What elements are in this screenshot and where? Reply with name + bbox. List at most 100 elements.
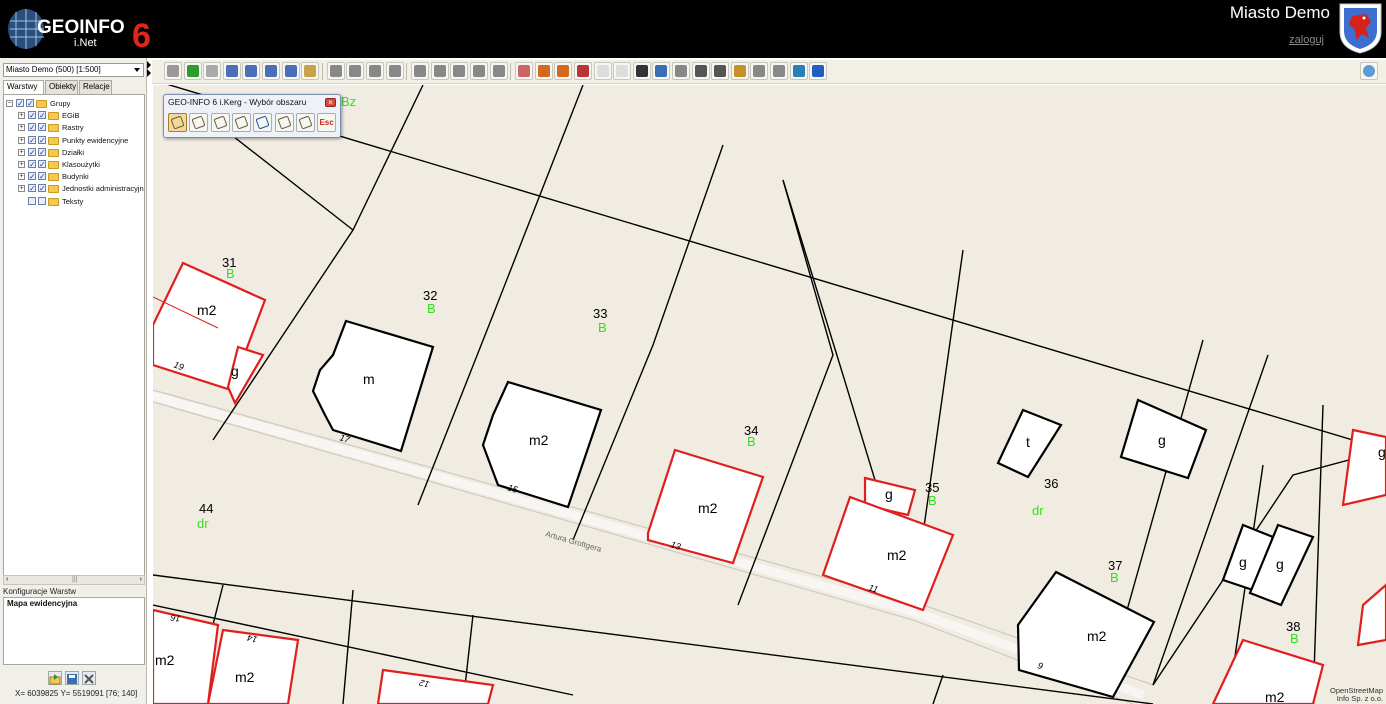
layer-visibility-checkbox[interactable]: ✓: [28, 135, 36, 144]
select-point-button[interactable]: [168, 113, 187, 132]
layer-visibility-checkbox[interactable]: ✓: [28, 172, 36, 181]
tree-horizontal-scrollbar[interactable]: ‹ ||| ›: [3, 575, 145, 585]
select-remove-icon: [369, 65, 381, 77]
tree-node[interactable]: + ✓ ✓ EGiB: [18, 110, 144, 121]
tab-relacje[interactable]: Relacje: [79, 80, 112, 94]
tree-node[interactable]: − ✓ ✓ Grupy: [6, 98, 144, 109]
dialog-close-button[interactable]: ×: [325, 98, 336, 107]
text-size-button[interactable]: [470, 62, 488, 80]
export-button[interactable]: [750, 62, 769, 80]
back-arrow-button[interactable]: [183, 62, 202, 80]
text-rotate-button[interactable]: [450, 62, 469, 80]
layer-visibility-checkbox[interactable]: ✓: [28, 160, 36, 169]
help-query-button[interactable]: [632, 62, 651, 80]
save-config-button[interactable]: [65, 671, 79, 685]
scroll-left-icon[interactable]: ‹: [6, 576, 8, 584]
tree-node-label: Rastry: [62, 123, 84, 133]
document-button[interactable]: [613, 62, 632, 80]
layer-selectable-checkbox[interactable]: ✓: [38, 147, 46, 156]
layer-visibility-checkbox[interactable]: ✓: [28, 184, 36, 193]
scroll-right-icon[interactable]: ›: [140, 576, 142, 584]
zoom-window-button[interactable]: [281, 62, 300, 80]
select-button[interactable]: [326, 62, 345, 80]
login-link[interactable]: zaloguj: [1289, 34, 1324, 46]
layer-visibility-checkbox[interactable]: ✓: [16, 99, 24, 108]
select-add-button[interactable]: [346, 62, 365, 80]
measure-area-button[interactable]: [574, 62, 592, 80]
zoom-out-button[interactable]: [242, 62, 261, 80]
zoom-in-icon: [225, 65, 238, 77]
expand-toggle-icon[interactable]: +: [18, 173, 25, 181]
building-label: g: [1158, 432, 1166, 448]
layer-selectable-checkbox[interactable]: ✓: [38, 135, 46, 144]
map-scale-select[interactable]: Miasto Demo (500) [1:500]: [3, 63, 144, 77]
print-button[interactable]: [770, 62, 788, 80]
tree-node[interactable]: + ✓ ✓ Jednostki administracyjne: [18, 183, 144, 194]
coins-button[interactable]: [730, 62, 749, 80]
tree-node[interactable]: + ✓ ✓ Punkty ewidencyjne: [18, 135, 144, 146]
clear-selection-button[interactable]: [274, 113, 294, 132]
text-edit-button[interactable]: [430, 62, 449, 80]
tree-node[interactable]: + ✓ ✓ Rastry: [18, 122, 144, 133]
tree-node[interactable]: +Teksty: [18, 196, 144, 207]
layer-selectable-checkbox[interactable]: [38, 196, 46, 205]
layer-selectable-checkbox[interactable]: ✓: [38, 160, 46, 169]
expand-toggle-icon[interactable]: +: [18, 124, 25, 132]
tree-node[interactable]: + ✓ ✓ Działki: [18, 147, 144, 158]
kerg-button[interactable]: [515, 62, 534, 80]
refresh-button[interactable]: [789, 62, 808, 80]
select-parcel-button[interactable]: [231, 113, 251, 132]
undo-button[interactable]: [253, 113, 273, 132]
select-remove-button[interactable]: [366, 62, 384, 80]
expand-toggle-icon[interactable]: +: [18, 112, 25, 120]
folder-icon: [48, 148, 59, 157]
delete-config-button[interactable]: [82, 671, 96, 685]
tree-node[interactable]: + ✓ ✓ Klasoużytki: [18, 159, 144, 170]
area-selection-dialog[interactable]: GEO-INFO 6 i.Kerg - Wybór obszaru × Esc: [163, 94, 341, 138]
reload-button[interactable]: [1360, 62, 1378, 80]
layers-button[interactable]: [593, 62, 612, 80]
expand-toggle-icon[interactable]: +: [18, 148, 25, 156]
tree-node[interactable]: + ✓ ✓ Budynki: [18, 171, 144, 182]
left-panel: Miasto Demo (500) [1:500] Warstwy Obiekt…: [0, 58, 147, 704]
measure-distance-button[interactable]: [534, 62, 553, 80]
expand-toggle-icon[interactable]: +: [18, 136, 25, 144]
layer-selectable-checkbox[interactable]: ✓: [38, 184, 46, 193]
info-button[interactable]: [672, 62, 690, 80]
measure-line-button[interactable]: [554, 62, 573, 80]
folder-icon: [48, 136, 59, 145]
tab-warstwy[interactable]: Warstwy: [3, 80, 44, 95]
pointer-button[interactable]: [164, 62, 182, 80]
open-config-button[interactable]: [48, 671, 62, 685]
layer-visibility-checkbox[interactable]: ✓: [28, 123, 36, 132]
layer-selectable-checkbox[interactable]: ✓: [26, 99, 34, 108]
text-delete-button[interactable]: [489, 62, 508, 80]
expand-toggle-icon[interactable]: −: [6, 100, 13, 107]
zoom-extent-button[interactable]: [262, 62, 280, 80]
expand-toggle-icon[interactable]: +: [18, 185, 25, 193]
zoom-in-button[interactable]: [222, 62, 241, 80]
layer-selectable-checkbox[interactable]: ✓: [38, 123, 46, 132]
find-button[interactable]: [711, 62, 730, 80]
select-polygon-button[interactable]: [189, 113, 209, 132]
map-canvas[interactable]: 31 B 32 B 33 B 34 B 35 B 36 dr 37 B 38 B…: [153, 85, 1386, 704]
layer-visibility-checkbox[interactable]: ✓: [28, 111, 36, 120]
select-area-button[interactable]: [385, 62, 404, 80]
esc-button[interactable]: Esc: [317, 113, 337, 132]
layer-visibility-checkbox[interactable]: ✓: [28, 147, 36, 156]
help-button[interactable]: [809, 62, 828, 80]
layer-selectable-checkbox[interactable]: ✓: [38, 172, 46, 181]
layer-selectable-checkbox[interactable]: ✓: [38, 111, 46, 120]
pan-button[interactable]: [301, 62, 320, 80]
layer-visibility-checkbox[interactable]: [28, 196, 36, 205]
layer-config-item[interactable]: Mapa ewidencyjna: [7, 599, 77, 608]
binoculars-button[interactable]: [691, 62, 710, 80]
edit-pen-button[interactable]: [652, 62, 671, 80]
text-button[interactable]: [411, 62, 430, 80]
expand-toggle-icon[interactable]: +: [18, 161, 25, 168]
confirm-button[interactable]: [295, 113, 315, 132]
tab-obiekty[interactable]: Obiekty: [45, 80, 78, 94]
scroll-thumb[interactable]: |||: [72, 576, 77, 584]
select-rectangle-button[interactable]: [210, 113, 230, 132]
forward-arrow-button[interactable]: [203, 62, 222, 80]
